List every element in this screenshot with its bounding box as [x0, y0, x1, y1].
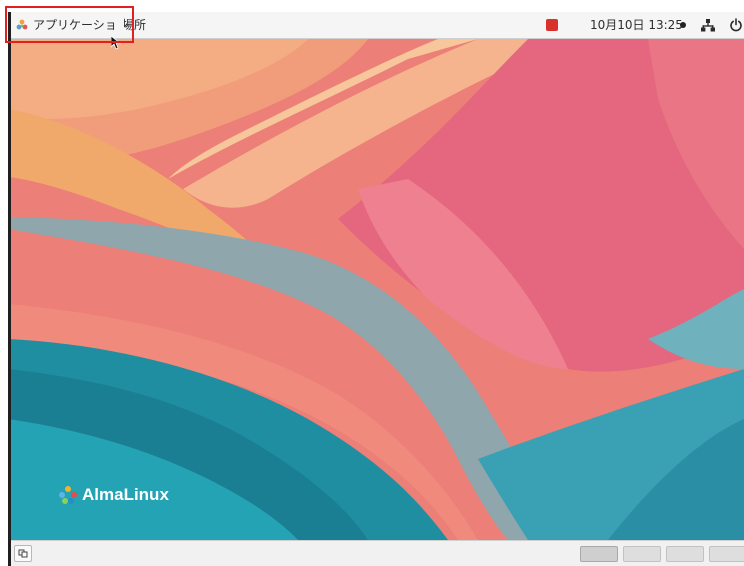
window-edge	[8, 12, 11, 566]
workspace-4[interactable]	[709, 546, 744, 562]
show-desktop-icon	[18, 549, 28, 558]
brand-name: AlmaLinux	[82, 485, 169, 504]
wallpaper	[8, 39, 744, 540]
mouse-cursor-icon	[111, 36, 121, 50]
power-icon[interactable]	[729, 18, 743, 32]
desktop[interactable]: AlmaLinux	[8, 39, 744, 540]
workspace-2[interactable]	[623, 546, 661, 562]
workspace-3[interactable]	[666, 546, 704, 562]
show-desktop-button[interactable]	[14, 545, 32, 562]
workspace-1[interactable]	[580, 546, 618, 562]
almalinux-logo: AlmaLinux	[58, 485, 169, 505]
clock[interactable]: 10月10日 13:25	[590, 12, 683, 38]
applications-menu-label: アプリケーション	[33, 18, 129, 32]
applications-menu[interactable]: アプリケーション	[16, 12, 129, 38]
bottom-panel	[8, 540, 744, 566]
screen: アプリケーション 場所 10月10日 13:25 AlmaLinux	[8, 12, 744, 566]
tray-app-icon[interactable]	[546, 19, 558, 31]
places-menu[interactable]: 場所	[122, 12, 146, 38]
network-icon[interactable]	[701, 18, 715, 32]
top-panel: アプリケーション 場所 10月10日 13:25	[8, 12, 744, 39]
places-menu-label: 場所	[122, 18, 147, 32]
almalinux-mark-icon	[59, 486, 77, 504]
notification-dot-icon[interactable]	[680, 22, 686, 28]
applications-logo-icon	[16, 19, 28, 30]
